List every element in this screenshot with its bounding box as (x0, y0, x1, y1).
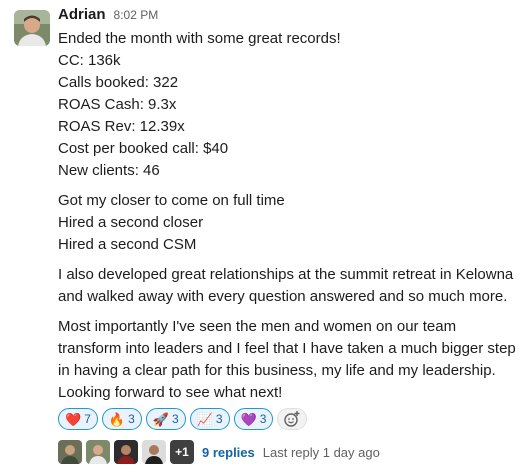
body-line: New clients: 46 (58, 162, 160, 179)
body-paragraph: I also developed great relationships at … (58, 266, 514, 305)
reaction-count: 7 (84, 412, 91, 426)
message-content: Adrian 8:02 PM Ended the month with some… (58, 6, 518, 464)
reply-avatar (86, 440, 110, 464)
more-repliers-count: +1 (170, 440, 194, 464)
heart-icon: ❤️ (65, 411, 82, 427)
reaction-purple-heart[interactable]: 💜 3 (233, 408, 274, 430)
message-body: Ended the month with some great records!… (58, 28, 518, 404)
body-line: ROAS Rev: 12.39x (58, 118, 185, 135)
body-line: Cost per booked call: $40 (58, 140, 229, 157)
reaction-count: 3 (128, 412, 135, 426)
fire-icon: 🔥 (108, 411, 126, 427)
replies-link[interactable]: 9 replies (202, 445, 255, 460)
reply-avatar (114, 440, 138, 464)
body-line: Got my closer to come on full time (58, 192, 285, 209)
body-line: Hired a second CSM (58, 236, 197, 253)
reaction-count: 3 (215, 412, 223, 426)
reactions-bar: ❤️ 7 🔥 3 🚀 3 📈 3 💜 3 (58, 408, 518, 430)
author-name[interactable]: Adrian (58, 6, 106, 23)
reaction-rocket[interactable]: 🚀 3 (145, 408, 186, 430)
avatar[interactable] (14, 10, 50, 46)
body-line: Calls booked: 322 (58, 74, 179, 91)
body-line: Hired a second closer (58, 214, 204, 231)
message: Adrian 8:02 PM Ended the month with some… (0, 0, 525, 474)
thread-summary[interactable]: +1 9 replies Last reply 1 day ago (58, 440, 518, 464)
reaction-heart[interactable]: ❤️ 7 (58, 408, 98, 430)
reaction-count: 3 (171, 412, 179, 426)
chart-increasing-icon: 📈 (196, 411, 213, 427)
message-header: Adrian 8:02 PM (58, 6, 518, 28)
body-line: CC: 136k (58, 52, 121, 69)
last-reply-time: Last reply 1 day ago (262, 444, 380, 460)
body-line: Ended the month with some great records! (58, 30, 341, 47)
reaction-chart[interactable]: 📈 3 (189, 408, 230, 430)
rocket-icon: 🚀 (152, 411, 169, 427)
body-line: ROAS Cash: 9.3x (58, 96, 177, 113)
add-reaction-button[interactable] (277, 408, 308, 430)
reply-avatar (58, 440, 82, 464)
purple-heart-icon: 💜 (240, 411, 257, 427)
add-emoji-icon (284, 411, 300, 427)
reply-avatar (142, 440, 166, 464)
reaction-count: 3 (259, 412, 267, 426)
reaction-fire[interactable]: 🔥 3 (101, 408, 142, 430)
body-paragraph: Most importantly I've seen the men and w… (58, 318, 516, 401)
timestamp[interactable]: 8:02 PM (114, 8, 159, 22)
